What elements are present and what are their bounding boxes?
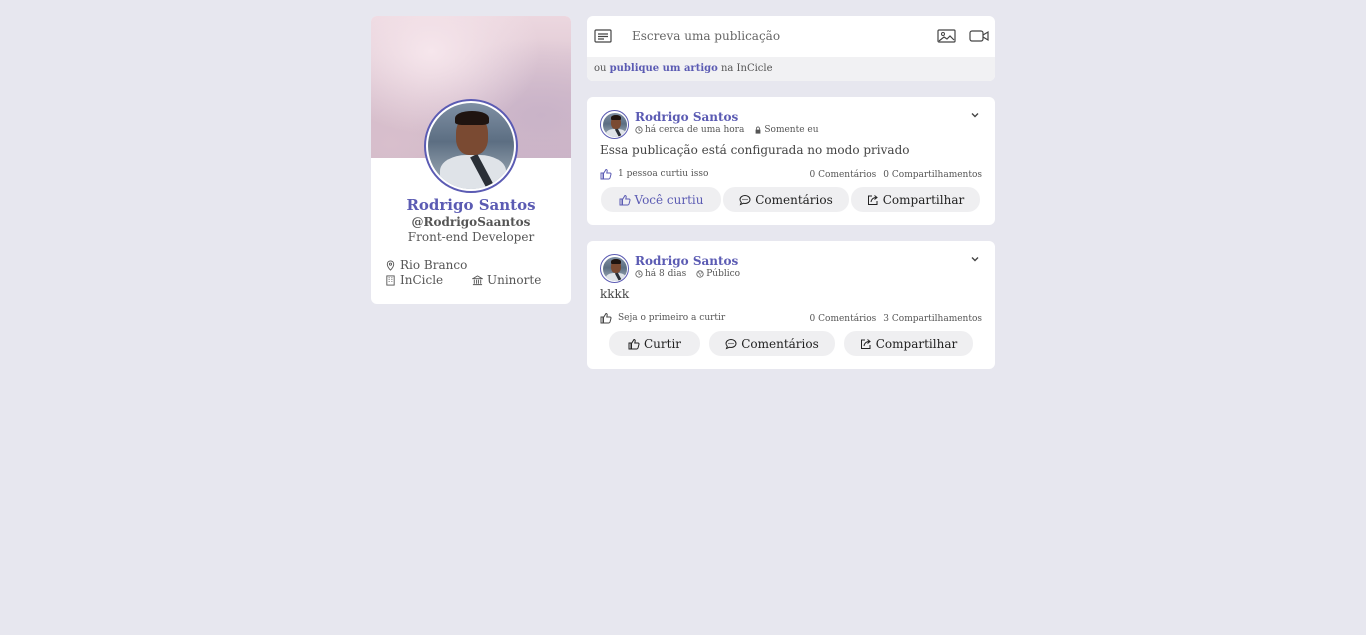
thumbs-up-icon <box>619 194 631 205</box>
composer-footer-prefix: ou <box>594 63 607 74</box>
like-summary-label: 1 pessoa curtiu isso <box>618 169 709 179</box>
image-icon[interactable] <box>937 28 956 44</box>
like-button-label: Curtir <box>643 336 682 351</box>
comment-button-label: Comentários <box>741 336 819 351</box>
profile-company: InCicle <box>385 273 443 287</box>
profile-role: Front-end Developer <box>407 230 535 244</box>
profile-institution-label: Uninorte <box>487 273 542 287</box>
profile-location: Rio Branco <box>385 258 467 272</box>
comment-button[interactable]: Comentários <box>709 331 835 356</box>
thumbs-up-icon <box>600 168 612 180</box>
comment-icon <box>725 338 737 349</box>
text-post-icon[interactable] <box>594 28 612 44</box>
thumbs-up-icon <box>628 338 640 349</box>
composer-input[interactable]: Escreva uma publicação <box>632 29 780 43</box>
comments-count[interactable]: 0 Comentários <box>810 314 877 324</box>
share-icon <box>867 194 878 205</box>
share-button-label: Compartilhar <box>875 336 958 351</box>
like-button[interactable]: Você curtiu <box>601 187 721 212</box>
chevron-down-icon[interactable] <box>970 255 980 263</box>
comments-count[interactable]: 0 Comentários <box>810 170 877 180</box>
post-text: kkkk <box>600 287 630 301</box>
like-summary: Seja o primeiro a curtir <box>600 312 725 324</box>
profile-card: Rodrigo Santos @RodrigoSaantos Front-end… <box>371 16 571 304</box>
post-text: Essa publicação está configurada no modo… <box>600 143 910 157</box>
share-button[interactable]: Compartilhar <box>844 331 973 356</box>
chevron-down-icon[interactable] <box>970 111 980 119</box>
post-composer: Escreva uma publicação ou publique um ar… <box>587 16 995 81</box>
post-visibility: Público <box>706 269 741 279</box>
institution-icon <box>472 274 483 285</box>
like-summary-label: Seja o primeiro a curtir <box>618 313 726 323</box>
post-meta: há cerca de uma hora Somente eu <box>635 125 819 135</box>
like-button[interactable]: Curtir <box>609 331 700 356</box>
post-counts: 0 Comentários 3 Compartilhamentos <box>810 314 982 324</box>
profile-name[interactable]: Rodrigo Santos <box>371 196 571 214</box>
video-icon[interactable] <box>969 28 989 44</box>
post-card: Rodrigo Santos há cerca de uma hora Some… <box>587 97 995 225</box>
building-icon <box>386 274 395 286</box>
shares-count[interactable]: 0 Compartilhamentos <box>883 170 982 180</box>
post-author-avatar[interactable] <box>600 110 629 139</box>
composer-footer-suffix: na InCicle <box>720 63 773 74</box>
comment-icon <box>739 194 751 205</box>
profile-institution: Uninorte <box>472 273 541 287</box>
post-card: Rodrigo Santos há 8 dias Público kkkk Se… <box>587 241 995 369</box>
post-author-name[interactable]: Rodrigo Santos <box>635 110 738 124</box>
profile-handle: @RodrigoSaantos <box>411 215 531 229</box>
shares-count[interactable]: 3 Compartilhamentos <box>883 314 982 324</box>
like-summary: 1 pessoa curtiu isso <box>600 168 708 180</box>
comment-button[interactable]: Comentários <box>723 187 849 212</box>
thumbs-up-icon <box>600 312 612 324</box>
post-visibility: Somente eu <box>764 125 819 135</box>
post-author-avatar[interactable] <box>600 254 629 283</box>
share-button[interactable]: Compartilhar <box>851 187 980 212</box>
post-time: há 8 dias <box>645 269 687 279</box>
post-meta: há 8 dias Público <box>635 269 740 279</box>
share-button-label: Compartilhar <box>882 192 965 207</box>
share-icon <box>860 338 871 349</box>
post-counts: 0 Comentários 0 Compartilhamentos <box>810 170 982 180</box>
profile-company-label: InCicle <box>400 273 444 287</box>
profile-location-label: Rio Branco <box>400 258 468 272</box>
composer-footer: ou publique um artigo na InCicle <box>587 57 995 81</box>
publish-article-link[interactable]: publique um artigo <box>610 63 718 74</box>
profile-avatar[interactable] <box>424 99 518 193</box>
post-time: há cerca de uma hora <box>645 125 745 135</box>
lock-icon <box>755 126 761 134</box>
clock-icon <box>635 126 643 134</box>
like-button-label: Você curtiu <box>634 192 704 207</box>
globe-icon <box>696 270 704 278</box>
comment-button-label: Comentários <box>755 192 833 207</box>
location-icon <box>386 259 395 271</box>
post-author-name[interactable]: Rodrigo Santos <box>635 254 738 268</box>
clock-icon <box>635 270 643 278</box>
